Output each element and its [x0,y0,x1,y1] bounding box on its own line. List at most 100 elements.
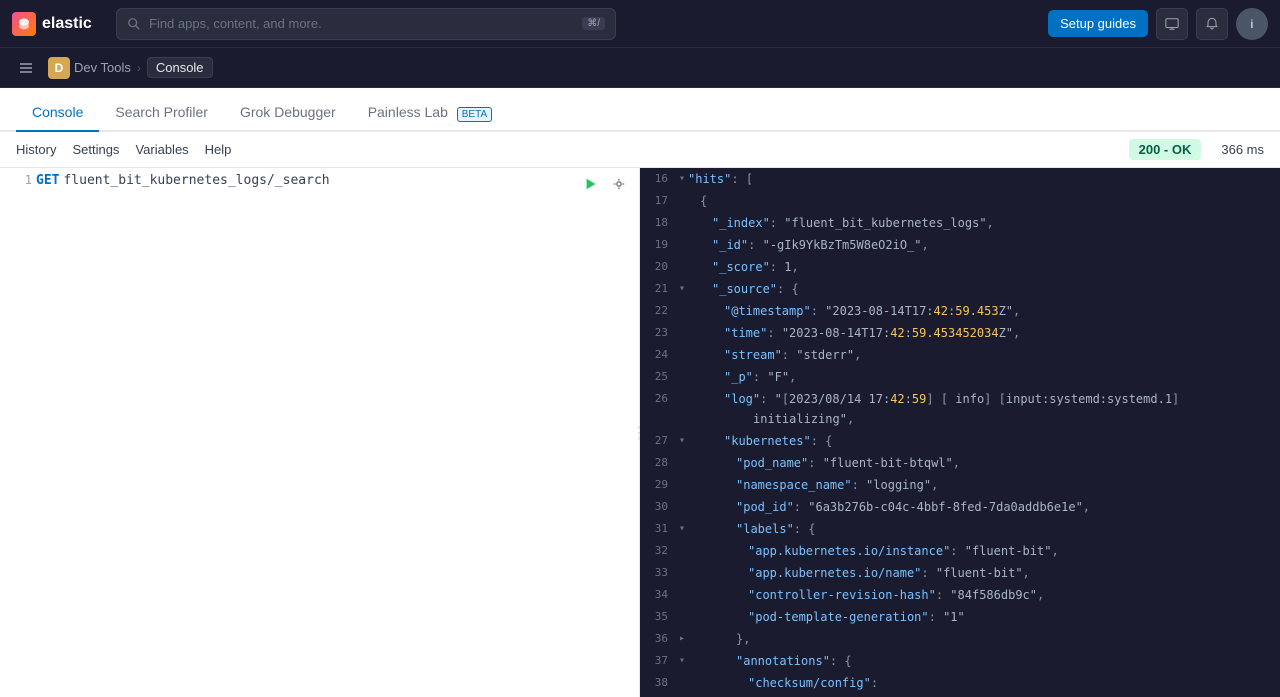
elastic-logo-text: elastic [42,15,92,33]
user-avatar-button[interactable]: i [1236,8,1268,40]
result-line: 24"stream": "stderr", [640,344,1280,366]
result-line: 36▸}, [640,628,1280,650]
line-number-1: 1 [8,173,32,187]
result-line-content: "_p": "F", [688,367,1280,387]
result-line-content: "time": "2023-08-14T17:42:59.453452034Z"… [688,323,1280,343]
search-placeholder: Find apps, content, and more. [149,16,574,31]
result-line-content: "_score": 1, [688,257,1280,277]
result-line-content: "log": "[2023/08/14 17:42:59] [ info] [i… [688,389,1280,429]
bell-icon [1205,17,1219,31]
http-method: GET [36,173,59,188]
result-line: 26 "log": "[2023/08/14 17:42:59] [ info] … [640,388,1280,430]
result-line: 21▾"_source": { [640,278,1280,300]
result-line: 29 "namespace_name": "logging", [640,474,1280,496]
result-line-content: "_id": "-gIk9YkBzTm5W8eO2iO_", [688,235,1280,255]
variables-button[interactable]: Variables [135,142,188,157]
tab-painless-lab[interactable]: Painless Lab BETA [352,94,508,132]
request-url[interactable]: fluent_bit_kubernetes_logs/_search [63,173,329,188]
breadcrumb-d-item: D [48,57,70,79]
result-line-content: "hits": [ [688,169,1280,189]
breadcrumb-separator: › [137,61,141,75]
hamburger-icon [18,60,34,76]
search-icon [127,17,141,31]
settings-button[interactable]: Settings [72,142,119,157]
tab-bar: Console Search Profiler Grok Debugger Pa… [0,88,1280,132]
fold-indicator[interactable]: ▾ [676,519,688,539]
result-line-number: 20 [640,257,676,277]
result-line-content: { [688,191,1280,211]
result-line-content: }, [688,629,1280,649]
result-line-content: "stream": "stderr", [688,345,1280,365]
result-line-content: "annotations": { [688,651,1280,671]
result-line-number: 23 [640,323,676,343]
result-line-content: "pod_name": "fluent-bit-btqwl", [688,453,1280,473]
result-line-content: "controller-revision-hash": "84f586db9c"… [688,585,1280,605]
result-line: 22"@timestamp": "2023-08-14T17:42:59.453… [640,300,1280,322]
result-line: 18"_index": "fluent_bit_kubernetes_logs"… [640,212,1280,234]
fold-indicator[interactable]: ▾ [676,431,688,451]
monitor-icon [1165,17,1179,31]
result-line: 17 { [640,190,1280,212]
monitor-icon-button[interactable] [1156,8,1188,40]
wrench-icon [612,177,626,191]
result-line-number: 37 [640,651,676,671]
drag-handle[interactable]: ⋮ [635,168,643,697]
result-line-number: 21 [640,279,676,299]
results-panel[interactable]: 16▾"hits": [17 {18"_index": "fluent_bit_k… [640,168,1280,697]
result-line-number: 31 [640,519,676,539]
status-badge: 200 - OK [1129,139,1202,160]
breadcrumb-devtools-link[interactable]: Dev Tools [74,60,131,75]
search-shortcut: ⌘/ [582,17,605,30]
result-line-number: 29 [640,475,676,495]
result-line-number: 19 [640,235,676,255]
bell-icon-button[interactable] [1196,8,1228,40]
result-line: 33"app.kubernetes.io/name": "fluent-bit"… [640,562,1280,584]
settings-wrench-button[interactable] [607,172,631,196]
help-button[interactable]: Help [205,142,232,157]
editor-action-icons [579,172,631,196]
result-line-number: 33 [640,563,676,583]
result-line: 23 "time": "2023-08-14T17:42:59.453452034… [640,322,1280,344]
result-line-number: 17 [640,191,676,211]
play-icon [584,177,598,191]
result-line-number: 22 [640,301,676,321]
editor-line-1: 1 GET fluent_bit_kubernetes_logs/_search [0,168,639,192]
tab-console[interactable]: Console [16,94,99,132]
tab-search-profiler-label: Search Profiler [115,104,208,120]
tab-search-profiler[interactable]: Search Profiler [99,94,224,132]
result-line-number: 25 [640,367,676,387]
tab-grok-debugger-label: Grok Debugger [240,104,336,120]
breadcrumb-d-icon: D [48,57,70,79]
nav-right-actions: Setup guides i [1048,8,1268,40]
result-line-content: "pod-template-generation": "1" [688,607,1280,627]
fold-indicator[interactable]: ▾ [676,651,688,671]
result-line: 30"pod_id": "6a3b276b-c04c-4bbf-8fed-7da… [640,496,1280,518]
setup-guides-button[interactable]: Setup guides [1048,10,1148,37]
result-line-content: "checksum/config": "0136413bba21053fa142… [688,673,1280,697]
tab-grok-debugger[interactable]: Grok Debugger [224,94,352,132]
result-line: 16▾"hits": [ [640,168,1280,190]
user-initials: i [1251,17,1254,31]
result-line-number: 28 [640,453,676,473]
history-button[interactable]: History [16,142,56,157]
result-line-content: "namespace_name": "logging", [688,475,1280,495]
result-line: 25 "_p": "F", [640,366,1280,388]
result-line-number: 34 [640,585,676,605]
hamburger-menu-button[interactable] [12,54,40,82]
elastic-logo[interactable]: elastic [12,12,92,36]
global-search-bar[interactable]: Find apps, content, and more. ⌘/ [116,8,616,40]
result-line: 20 "_score": 1, [640,256,1280,278]
result-line: 27▾"kubernetes": { [640,430,1280,452]
result-line-number: 26 [640,389,676,409]
result-line: 34 "controller-revision-hash": "84f586db9… [640,584,1280,606]
tab-painless-lab-label: Painless Lab [368,104,448,120]
result-line-content: "kubernetes": { [688,431,1280,451]
run-button[interactable] [579,172,603,196]
fold-indicator[interactable]: ▾ [676,279,688,299]
result-line: 28 "pod_name": "fluent-bit-btqwl", [640,452,1280,474]
result-line-number: 38 [640,673,676,693]
result-line-content: "pod_id": "6a3b276b-c04c-4bbf-8fed-7da0a… [688,497,1280,517]
fold-indicator[interactable]: ▾ [676,169,688,189]
beta-badge: BETA [457,107,492,122]
fold-indicator[interactable]: ▸ [676,629,688,649]
